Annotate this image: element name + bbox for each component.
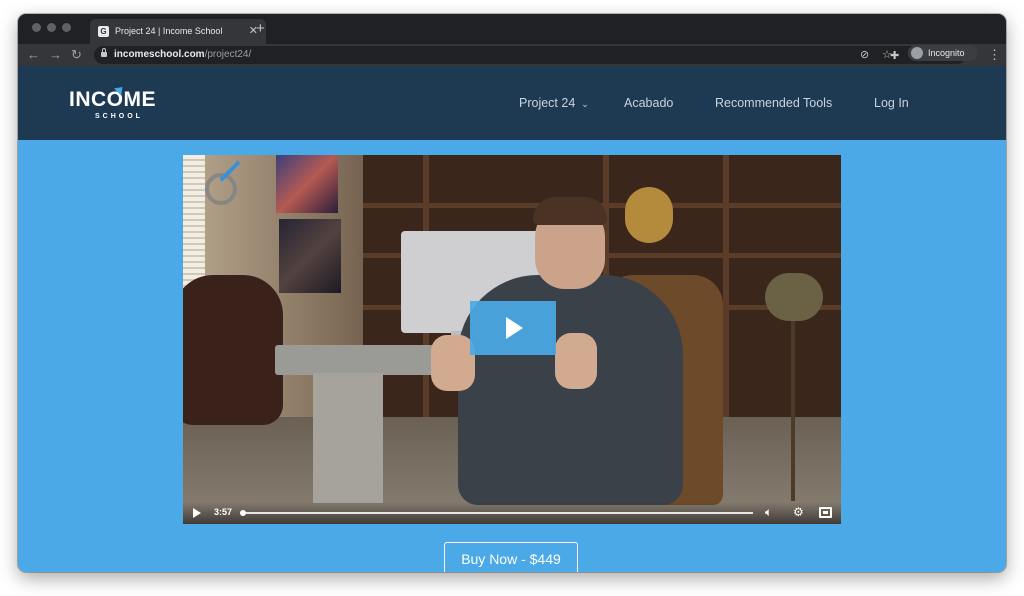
site-favicon-icon: G — [98, 26, 109, 37]
play-icon[interactable] — [193, 508, 201, 518]
extensions-puzzle-icon[interactable]: ✚ — [890, 49, 899, 62]
tab-title: Project 24 | Income School — [115, 26, 223, 36]
video-duration: 3:57 — [214, 507, 233, 517]
browser-window: G Project 24 | Income School ✕ + ← → ↻ i… — [18, 14, 1006, 572]
video-frame-window — [183, 155, 205, 295]
nav-item-recommended-tools[interactable]: Recommended Tools — [715, 96, 832, 110]
video-frame-shelf-post — [723, 155, 729, 417]
buy-now-button[interactable]: Buy Now - $449 — [444, 542, 578, 572]
reload-icon[interactable]: ↻ — [71, 47, 82, 63]
video-player[interactable]: 3:57 🔈︎ ⚙︎ — [183, 155, 841, 524]
logo-subtitle: SCHOOL — [95, 113, 143, 120]
browser-menu-icon[interactable]: ⋮ — [988, 47, 1001, 63]
fullscreen-icon[interactable] — [819, 507, 832, 518]
video-frame-diving-helmet — [625, 187, 673, 243]
address-bar[interactable]: incomeschool.com/project24/ ⊘ ☆ — [94, 46, 966, 64]
big-play-button[interactable] — [470, 301, 556, 355]
income-school-logo[interactable]: INCOME SCHOOL — [69, 83, 165, 123]
url-domain: incomeschool.com — [114, 49, 205, 60]
forward-arrow-icon[interactable]: → — [49, 47, 62, 63]
video-frame-lamp — [765, 273, 823, 321]
nav-item-acabado[interactable]: Acabado — [624, 96, 673, 110]
video-frame-painting — [276, 155, 338, 213]
browser-tab[interactable]: G Project 24 | Income School ✕ — [90, 19, 266, 44]
video-frame-presenter-hair — [533, 197, 607, 225]
zoom-window-dot[interactable] — [62, 23, 71, 32]
minimize-window-dot[interactable] — [47, 23, 56, 32]
incognito-label: Incognito — [928, 48, 965, 58]
close-window-dot[interactable] — [32, 23, 41, 32]
logo-wordmark: INCOME — [69, 88, 156, 111]
video-controls: 3:57 🔈︎ ⚙︎ — [183, 502, 841, 524]
video-progress-bar[interactable] — [242, 512, 753, 514]
video-frame-painting — [279, 219, 341, 293]
incognito-icon — [911, 47, 923, 59]
back-arrow-icon[interactable]: ← — [27, 47, 40, 63]
lock-icon — [101, 48, 107, 57]
browser-toolbar: ← → ↻ incomeschool.com/project24/ ⊘ ☆ ✚ … — [18, 44, 1006, 66]
nav-label: Project 24 — [519, 96, 576, 110]
nav-item-project-24[interactable]: Project 24 ⌄ — [519, 96, 589, 110]
url-path: /project24/ — [204, 49, 252, 60]
video-frame-leather-chair — [183, 275, 283, 425]
nav-item-log-in[interactable]: Log In — [874, 96, 909, 110]
video-frame-presenter-hand — [555, 333, 597, 389]
video-progress-knob[interactable] — [240, 510, 246, 516]
new-tab-icon[interactable]: + — [256, 20, 265, 37]
settings-gear-icon[interactable]: ⚙︎ — [793, 505, 804, 519]
video-frame-desk-leg — [313, 373, 383, 503]
browser-titlebar: G Project 24 | Income School ✕ + — [18, 14, 1006, 44]
chevron-down-icon: ⌄ — [581, 99, 589, 109]
tracking-blocked-eye-icon[interactable]: ⊘ — [860, 48, 869, 61]
volume-icon[interactable]: 🔈︎ — [765, 505, 772, 519]
video-frame-tripod — [791, 321, 795, 501]
play-icon — [506, 317, 523, 339]
site-header: INCOME SCHOOL Project 24 ⌄ Acabado Recomm… — [18, 66, 1006, 140]
address-url: incomeschool.com/project24/ — [114, 49, 251, 60]
incognito-profile-button[interactable]: Incognito — [908, 45, 978, 61]
video-frame-presenter-hand — [431, 335, 475, 391]
